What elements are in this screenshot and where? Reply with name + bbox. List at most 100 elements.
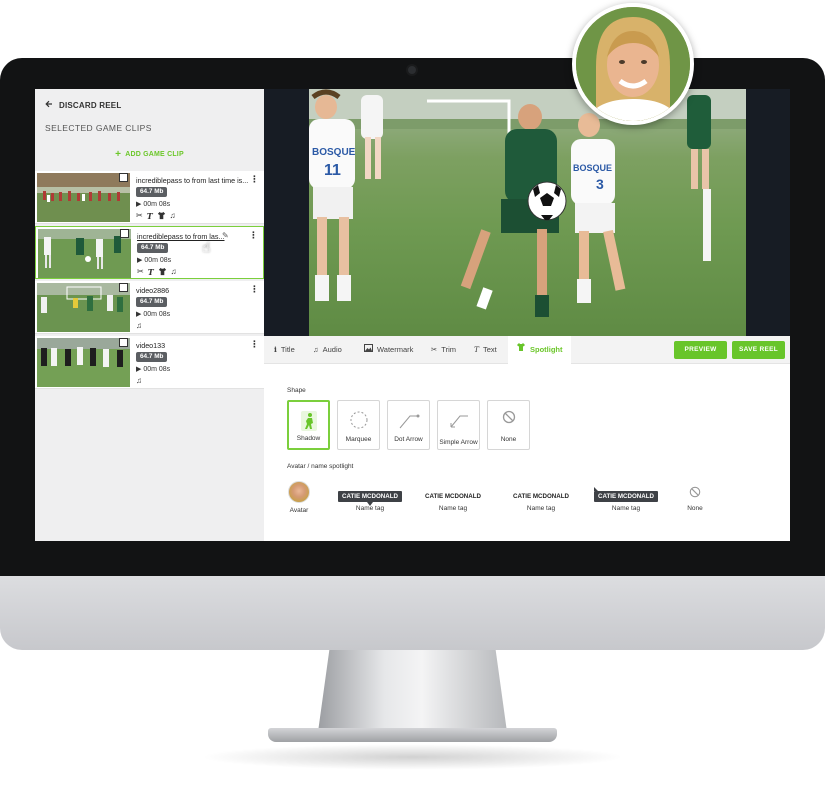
monitor-chin [0, 576, 825, 650]
clip-name: video133 [136, 341, 166, 350]
player-portrait-avatar [572, 3, 694, 125]
jersey-text-right: BOSQUE [573, 163, 612, 173]
clip-item-active[interactable]: incrediblepass to from las... ✎ ☝ ⋮ 64.7… [35, 226, 264, 279]
expand-icon[interactable] [119, 173, 128, 182]
spotlight-option-name-tag-4[interactable]: CATIE MCDONALD Name tag [590, 481, 662, 512]
clip-size-badge: 64.7 Mb [136, 352, 168, 362]
music-icon[interactable]: ♫ [171, 267, 177, 278]
discard-reel-button[interactable]: DISCARD REEL [45, 98, 121, 112]
shape-option-shadow[interactable]: Shadow [287, 400, 330, 450]
video-frame[interactable]: BOSQUE 11 BOSQUE 3 [309, 89, 746, 336]
clip-tools: ♫ [136, 376, 142, 385]
tab-watermark[interactable]: Watermark [364, 336, 413, 364]
tab-title-label: Title [280, 345, 295, 354]
tab-trim[interactable]: ✂ Trim [431, 336, 456, 364]
spotlight-option-name-tag-3[interactable]: CATIE MCDONALD Name tag [506, 481, 576, 512]
music-icon[interactable]: ♫ [136, 321, 142, 330]
simple-arrow-icon [438, 410, 479, 430]
scissors-icon: ✂ [431, 345, 438, 354]
clip-thumbnail [37, 283, 130, 332]
spotlight-option-name-tag-2[interactable]: CATIE MCDONALD Name tag [418, 481, 488, 512]
spotlight-option-name-tag-1[interactable]: CATIE MCDONALD Name tag [335, 481, 405, 512]
name-tag-preview: CATIE MCDONALD [594, 487, 658, 502]
shape-option-marquee[interactable]: Marquee [337, 400, 380, 450]
add-game-clip-label: ADD GAME CLIP [125, 151, 184, 158]
info-icon: i [274, 345, 277, 354]
name-tag-preview: CATIE MCDONALD [338, 491, 402, 506]
more-options-icon[interactable]: ⋮ [250, 284, 259, 295]
shape-option-none[interactable]: None [487, 400, 530, 450]
tab-watermark-label: Watermark [377, 345, 414, 354]
shape-option-simple-arrow[interactable]: Simple Arrow [437, 400, 480, 450]
clip-duration: ▶ 00m 08s [137, 257, 172, 264]
save-reel-button[interactable]: SAVE REEL [732, 341, 785, 359]
shape-label: Simple Arrow [439, 438, 478, 446]
more-options-icon[interactable]: ⋮ [250, 339, 259, 350]
scissors-icon[interactable]: ✂ [137, 267, 144, 278]
tab-audio[interactable]: ♫ Audio [313, 336, 342, 364]
expand-icon[interactable] [119, 338, 128, 347]
music-icon: ♫ [313, 345, 319, 354]
scissors-icon[interactable]: ✂ [136, 211, 143, 222]
tab-text-label: Text [483, 345, 497, 354]
editor-toolbar: i Title ♫ Audio Watermark ✂ Trim T Text … [264, 336, 790, 364]
shape-section-title: Shape [287, 387, 306, 394]
more-options-icon[interactable]: ⋮ [249, 230, 258, 241]
text-icon[interactable]: T [147, 211, 153, 222]
clip-size-badge: 64.7 Mb [136, 187, 168, 197]
app-screen: DISCARD REEL SELECTED GAME CLIPS + ADD GA… [35, 89, 790, 541]
clip-item[interactable]: video2886 ⋮ 64.7 Mb ▶ 00m 08s ♫ [35, 281, 264, 334]
more-options-icon[interactable]: ⋮ [250, 174, 259, 185]
clip-duration: ▶ 00m 08s [136, 201, 171, 208]
selected-clips-title: SELECTED GAME CLIPS [45, 123, 152, 133]
shape-label: Marquee [345, 435, 372, 443]
jersey-icon[interactable] [158, 267, 167, 278]
shape-label: Shadow [296, 434, 321, 442]
clip-name: video2886 [136, 286, 170, 295]
jersey-number-left: 11 [324, 162, 341, 179]
tab-spotlight-label: Spotlight [530, 345, 563, 354]
shape-option-dot-arrow[interactable]: Dot Arrow [387, 400, 430, 450]
avatar-spotlight-title: Avatar / name spotlight [287, 463, 354, 470]
avatar [288, 481, 310, 503]
clip-tools: ✂ T ♫ [137, 267, 177, 278]
tab-title[interactable]: i Title [274, 336, 295, 364]
clip-tools: ♫ [136, 321, 142, 330]
add-game-clip-button[interactable]: + ADD GAME CLIP [35, 149, 264, 160]
tab-spotlight[interactable]: Spotlight [508, 336, 571, 364]
option-label: Name tag [526, 505, 556, 512]
clip-name: incrediblepass to from las... [137, 232, 225, 241]
preview-button[interactable]: PREVIEW [674, 341, 727, 359]
clip-item[interactable]: incrediblepass to from last time is... ⋮… [35, 171, 264, 224]
tab-audio-label: Audio [322, 345, 342, 354]
image-icon [364, 336, 373, 364]
text-icon[interactable]: T [148, 267, 154, 278]
dashed-circle-icon [338, 410, 379, 430]
monitor-stand [318, 650, 507, 732]
expand-icon[interactable] [120, 229, 129, 238]
music-icon[interactable]: ♫ [136, 376, 142, 385]
jersey-icon [516, 336, 526, 364]
clip-size-badge: 64.7 Mb [137, 243, 169, 253]
arrow-left-icon [45, 100, 53, 110]
option-label: Name tag [438, 505, 468, 512]
music-icon[interactable]: ♫ [170, 211, 176, 222]
pencil-icon[interactable]: ✎ [222, 231, 229, 240]
none-icon [488, 410, 529, 430]
expand-icon[interactable] [119, 283, 128, 292]
clip-item[interactable]: video133 ⋮ 64.7 Mb ▶ 00m 08s ♫ [35, 336, 264, 389]
clip-size-badge: 64.7 Mb [136, 297, 168, 307]
discard-reel-label: DISCARD REEL [59, 100, 122, 110]
jersey-icon[interactable] [157, 211, 166, 222]
option-label: Name tag [611, 505, 641, 512]
sidebar: DISCARD REEL SELECTED GAME CLIPS + ADD GA… [35, 89, 264, 541]
monitor-stand-base [268, 728, 557, 742]
jersey-text-left: BOSQUE [312, 147, 356, 158]
spotlight-option-avatar[interactable]: Avatar [287, 481, 311, 514]
tab-text[interactable]: T Text [474, 336, 497, 364]
name-tag-preview: CATIE MCDONALD [513, 493, 569, 500]
webcam-dot [406, 64, 418, 76]
shape-label: None [500, 435, 517, 443]
spotlight-option-none[interactable]: None [683, 481, 707, 512]
clip-duration: ▶ 00m 08s [136, 311, 171, 318]
